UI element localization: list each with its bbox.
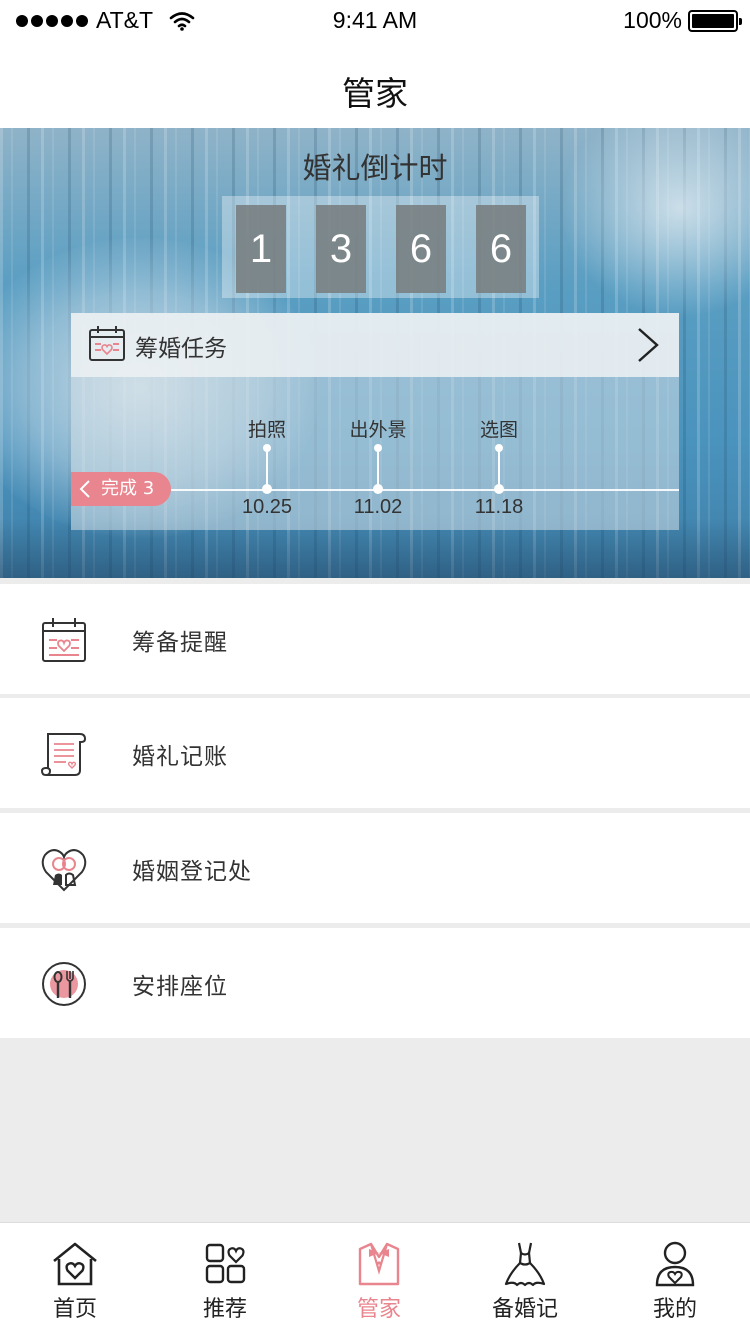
- plate-utensils-icon: [42, 962, 86, 1006]
- tuxedo-icon: [358, 1242, 400, 1286]
- battery-icon: [688, 9, 742, 32]
- menu-item-seating-arrangement[interactable]: 安排座位: [0, 928, 750, 1038]
- tab-label: 首页: [52, 1297, 97, 1322]
- tab-wedding-diary[interactable]: 备婚记: [450, 1223, 600, 1334]
- milestone-label: 拍照: [247, 419, 286, 441]
- calendar-heart-icon: [89, 326, 125, 361]
- menu-item-label: 安排座位: [132, 974, 228, 1000]
- task-milestone[interactable]: 出外景 11.02: [328, 418, 428, 518]
- milestone-stem: [263, 444, 271, 486]
- milestone-dot: [494, 484, 504, 494]
- countdown-digits: 1 3 6 6: [222, 196, 539, 298]
- countdown-digit: 3: [316, 205, 366, 293]
- nav-bar: 管家: [0, 40, 750, 128]
- milestone-dot: [373, 484, 383, 494]
- task-milestone[interactable]: 拍照 10.25: [217, 418, 317, 518]
- task-timeline: [171, 489, 679, 491]
- wedding-task-card: 筹婚任务 完成 3 拍照 10.25 出外景 11.02 选图 11.18: [71, 313, 679, 530]
- home-heart-icon: [53, 1242, 97, 1286]
- menu-item-preparation-reminder[interactable]: 筹备提醒: [0, 584, 750, 694]
- countdown-digit: 6: [476, 205, 526, 293]
- battery-percent: 100%: [623, 7, 682, 33]
- wedding-task-header[interactable]: 筹婚任务: [71, 313, 679, 377]
- menu-item-marriage-registry[interactable]: 婚姻登记处: [0, 813, 750, 923]
- status-bar: AT&T 9:41 AM 100%: [0, 0, 750, 40]
- tab-butler[interactable]: 管家: [304, 1223, 454, 1334]
- scroll-icon: [40, 733, 87, 776]
- countdown-banner: 婚礼倒计时 1 3 6 6 筹婚任务 完成 3 拍照 10.25 出外景 11.…: [0, 128, 750, 578]
- countdown-title: 婚礼倒计时: [302, 151, 448, 185]
- milestone-stem: [374, 444, 382, 486]
- chevron-right-icon[interactable]: [635, 327, 661, 363]
- chevron-left-icon: [79, 480, 90, 498]
- tab-profile[interactable]: 我的: [600, 1223, 750, 1334]
- milestone-label: 出外景: [349, 419, 407, 441]
- grid-heart-icon: [205, 1243, 246, 1284]
- tab-label: 我的: [652, 1297, 697, 1322]
- tab-recommend[interactable]: 推荐: [150, 1223, 300, 1334]
- calendar-heart-icon: [42, 618, 86, 662]
- tab-label: 推荐: [202, 1297, 247, 1322]
- milestone-date: 11.02: [353, 496, 403, 518]
- countdown-digit: 1: [236, 205, 286, 293]
- countdown-digit: 6: [396, 205, 446, 293]
- tab-bar: 首页 推荐 管家 备婚记 我的: [0, 1222, 750, 1334]
- milestone-dot: [262, 484, 272, 494]
- tab-home[interactable]: 首页: [0, 1223, 150, 1334]
- milestone-date: 11.18: [474, 496, 524, 518]
- user-heart-icon: [655, 1241, 695, 1287]
- tab-label: 备婚记: [491, 1297, 558, 1322]
- menu-item-label: 婚礼记账: [132, 744, 228, 770]
- wedding-task-title: 筹婚任务: [135, 336, 227, 362]
- heart-rings-icon: [41, 849, 87, 892]
- milestone-date: 10.25: [241, 496, 293, 518]
- task-milestone[interactable]: 选图 11.18: [449, 418, 549, 518]
- menu-item-label: 婚姻登记处: [132, 859, 252, 885]
- menu-item-label: 筹备提醒: [132, 630, 228, 656]
- tab-label: 管家: [356, 1297, 401, 1322]
- completed-badge-label: 完成 3: [101, 478, 155, 499]
- milestone-label: 选图: [479, 419, 518, 441]
- wedding-dress-icon: [504, 1242, 546, 1287]
- menu-item-wedding-accounts[interactable]: 婚礼记账: [0, 698, 750, 808]
- milestone-stem: [495, 444, 503, 486]
- completed-badge[interactable]: 完成 3: [71, 472, 171, 506]
- status-right: 100%: [623, 7, 742, 34]
